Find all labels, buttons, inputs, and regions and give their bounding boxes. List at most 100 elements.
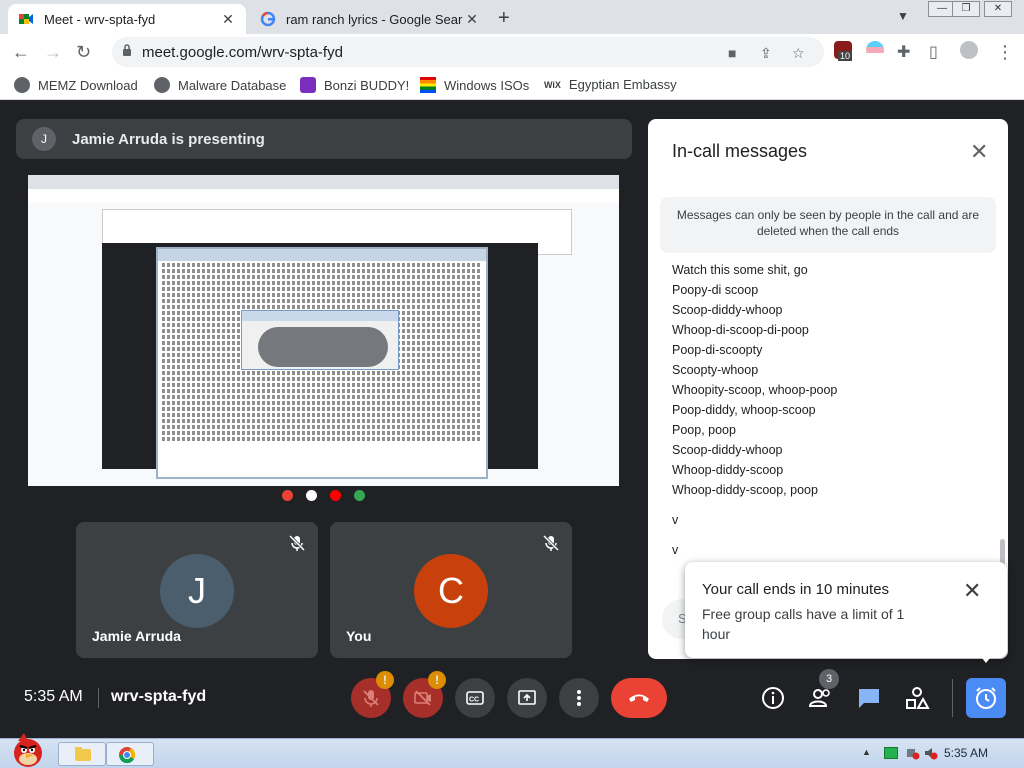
leave-call-button[interactable] <box>611 678 667 718</box>
bookmark-item[interactable]: Windows ISOs <box>420 77 529 93</box>
bookmark-item[interactable]: Bonzi BUDDY! <box>300 77 409 93</box>
toast-body: Free group calls have a limit of 1 hour <box>702 606 905 642</box>
toast-title: Your call ends in 10 minutes <box>702 581 890 598</box>
youtube-icon <box>330 490 341 501</box>
shared-taskbar <box>28 486 619 505</box>
close-icon[interactable]: ✕ <box>970 139 988 165</box>
angry-bird-start-icon[interactable] <box>4 731 48 768</box>
bookmark-item[interactable]: Malware Database <box>154 77 286 93</box>
kebab-menu-icon <box>577 690 581 706</box>
chat-icon[interactable] <box>856 685 882 711</box>
volume-muted-icon[interactable] <box>924 746 938 760</box>
wix-icon: WiX <box>544 79 561 90</box>
folder-icon <box>75 747 91 761</box>
present-screen-icon <box>518 690 536 705</box>
tab-google-search[interactable]: ram ranch lyrics - Google Sear ✕ <box>250 4 490 34</box>
chrome-icon <box>282 490 293 501</box>
url-text: meet.google.com/wrv-spta-fyd <box>142 44 343 61</box>
bookmark-label: Windows ISOs <box>444 77 530 93</box>
participant-name: You <box>346 628 372 644</box>
message: Whoopity-scoop, whoop-poop <box>672 383 838 397</box>
rainbow-flag-icon <box>420 77 436 93</box>
close-tab-icon[interactable]: ✕ <box>464 11 480 28</box>
messages-notice: Messages can only be seen by people in t… <box>660 197 996 253</box>
microphone-button[interactable]: ! <box>351 671 394 718</box>
extension-icon[interactable] <box>866 41 884 59</box>
share-icon[interactable]: ⇪ <box>760 45 772 62</box>
taskbar-explorer-button[interactable] <box>58 742 106 766</box>
shared-page <box>28 203 619 486</box>
presenting-banner: J Jamie Arruda is presenting <box>16 119 632 159</box>
participant-tile[interactable]: J Jamie Arruda <box>76 522 318 658</box>
call-limit-toast: Your call ends in 10 minutes Free group … <box>685 562 1007 663</box>
bonzi-icon <box>300 77 316 93</box>
restore-button[interactable]: ❐ <box>952 1 980 17</box>
sidepanel-icon[interactable]: ▯ <box>929 42 938 62</box>
camera-off-icon <box>414 690 431 706</box>
reload-icon[interactable]: ↻ <box>76 42 91 63</box>
captions-icon: CC <box>466 691 484 705</box>
participant-tile[interactable]: C You <box>330 522 572 658</box>
tab-meet[interactable]: Meet - wrv-spta-fyd ✕ <box>8 4 246 34</box>
bookmark-item[interactable]: WiX Egyptian Embassy <box>544 77 677 92</box>
close-window-button[interactable]: ✕ <box>984 1 1012 17</box>
activities-icon[interactable] <box>904 685 930 711</box>
google-icon <box>260 11 276 27</box>
photos-icon <box>354 490 365 501</box>
bookmark-label: Egyptian Embassy <box>568 77 677 92</box>
kebab-menu-icon[interactable]: ⋮ <box>996 42 1014 63</box>
message: Poopy-di scoop <box>672 283 759 297</box>
puzzle-icon[interactable]: ✚ <box>897 42 910 62</box>
tab-title: Meet - wrv-spta-fyd <box>44 11 156 27</box>
bookmark-star-icon[interactable]: ☆ <box>792 45 805 62</box>
message-list: Watch this some shit, go Poopy-di scoop … <box>672 260 992 560</box>
bookmarks-bar: MEMZ Download Malware Database Bonzi BUD… <box>0 70 1024 100</box>
info-icon[interactable] <box>760 685 786 711</box>
address-bar[interactable]: meet.google.com/wrv-spta-fyd ■ ⇪ ☆ <box>112 37 824 67</box>
captions-button[interactable]: CC <box>455 678 495 718</box>
call-timer-button[interactable] <box>966 678 1006 718</box>
message: Scoopty-whoop <box>672 363 759 377</box>
close-tab-icon[interactable]: ✕ <box>220 11 236 28</box>
shared-browser-toolbar <box>28 189 619 203</box>
shared-screen[interactable] <box>28 175 619 505</box>
extension-icon[interactable]: 10 <box>834 41 853 61</box>
message: v <box>672 513 679 527</box>
tray-app-icon[interactable] <box>884 747 898 759</box>
close-icon[interactable]: ✕ <box>963 578 981 604</box>
bookmark-item[interactable]: MEMZ Download <box>14 77 138 93</box>
camera-button[interactable]: ! <box>403 671 446 718</box>
svg-text:CC: CC <box>469 697 479 704</box>
shared-browser-tabs <box>28 175 619 189</box>
avatar: J <box>160 554 234 628</box>
alarm-clock-icon <box>976 687 996 709</box>
taskbar-chrome-button[interactable] <box>106 742 154 766</box>
message: Poop-di-scoopty <box>672 343 763 357</box>
forward-icon[interactable]: → <box>44 42 62 63</box>
meeting-time: 5:35 AM <box>24 688 83 705</box>
mic-off-icon <box>542 534 560 552</box>
message: Whoop-di-scoop-di-poop <box>672 323 809 337</box>
camera-icon[interactable]: ■ <box>728 45 736 61</box>
tray-expand-icon[interactable]: ▲ <box>862 747 871 757</box>
message: Whoop-diddy-scoop, poop <box>672 483 818 497</box>
hang-up-icon <box>629 694 649 702</box>
message: Whoop-diddy-scoop <box>672 463 784 477</box>
google-meet-icon <box>19 14 33 24</box>
back-icon[interactable]: ← <box>12 42 30 63</box>
more-options-button[interactable] <box>559 678 599 718</box>
globe-icon <box>154 77 170 93</box>
present-button[interactable] <box>507 678 547 718</box>
profile-avatar[interactable] <box>960 41 978 59</box>
mic-off-icon <box>363 690 379 707</box>
system-clock[interactable]: 5:35 AM <box>944 746 988 760</box>
message: Scoop-diddy-whoop <box>672 303 783 317</box>
new-tab-icon[interactable]: + <box>498 7 510 30</box>
meet-stage: J Jamie Arruda is presenting J Jamie Arr… <box>0 101 1024 738</box>
avatar: C <box>414 554 488 628</box>
meeting-code: wrv-spta-fyd <box>111 688 207 705</box>
warning-badge: ! <box>428 671 446 689</box>
network-icon[interactable] <box>906 746 920 760</box>
chevron-down-icon[interactable]: ▼ <box>897 9 909 23</box>
chrome-icon <box>119 747 136 764</box>
